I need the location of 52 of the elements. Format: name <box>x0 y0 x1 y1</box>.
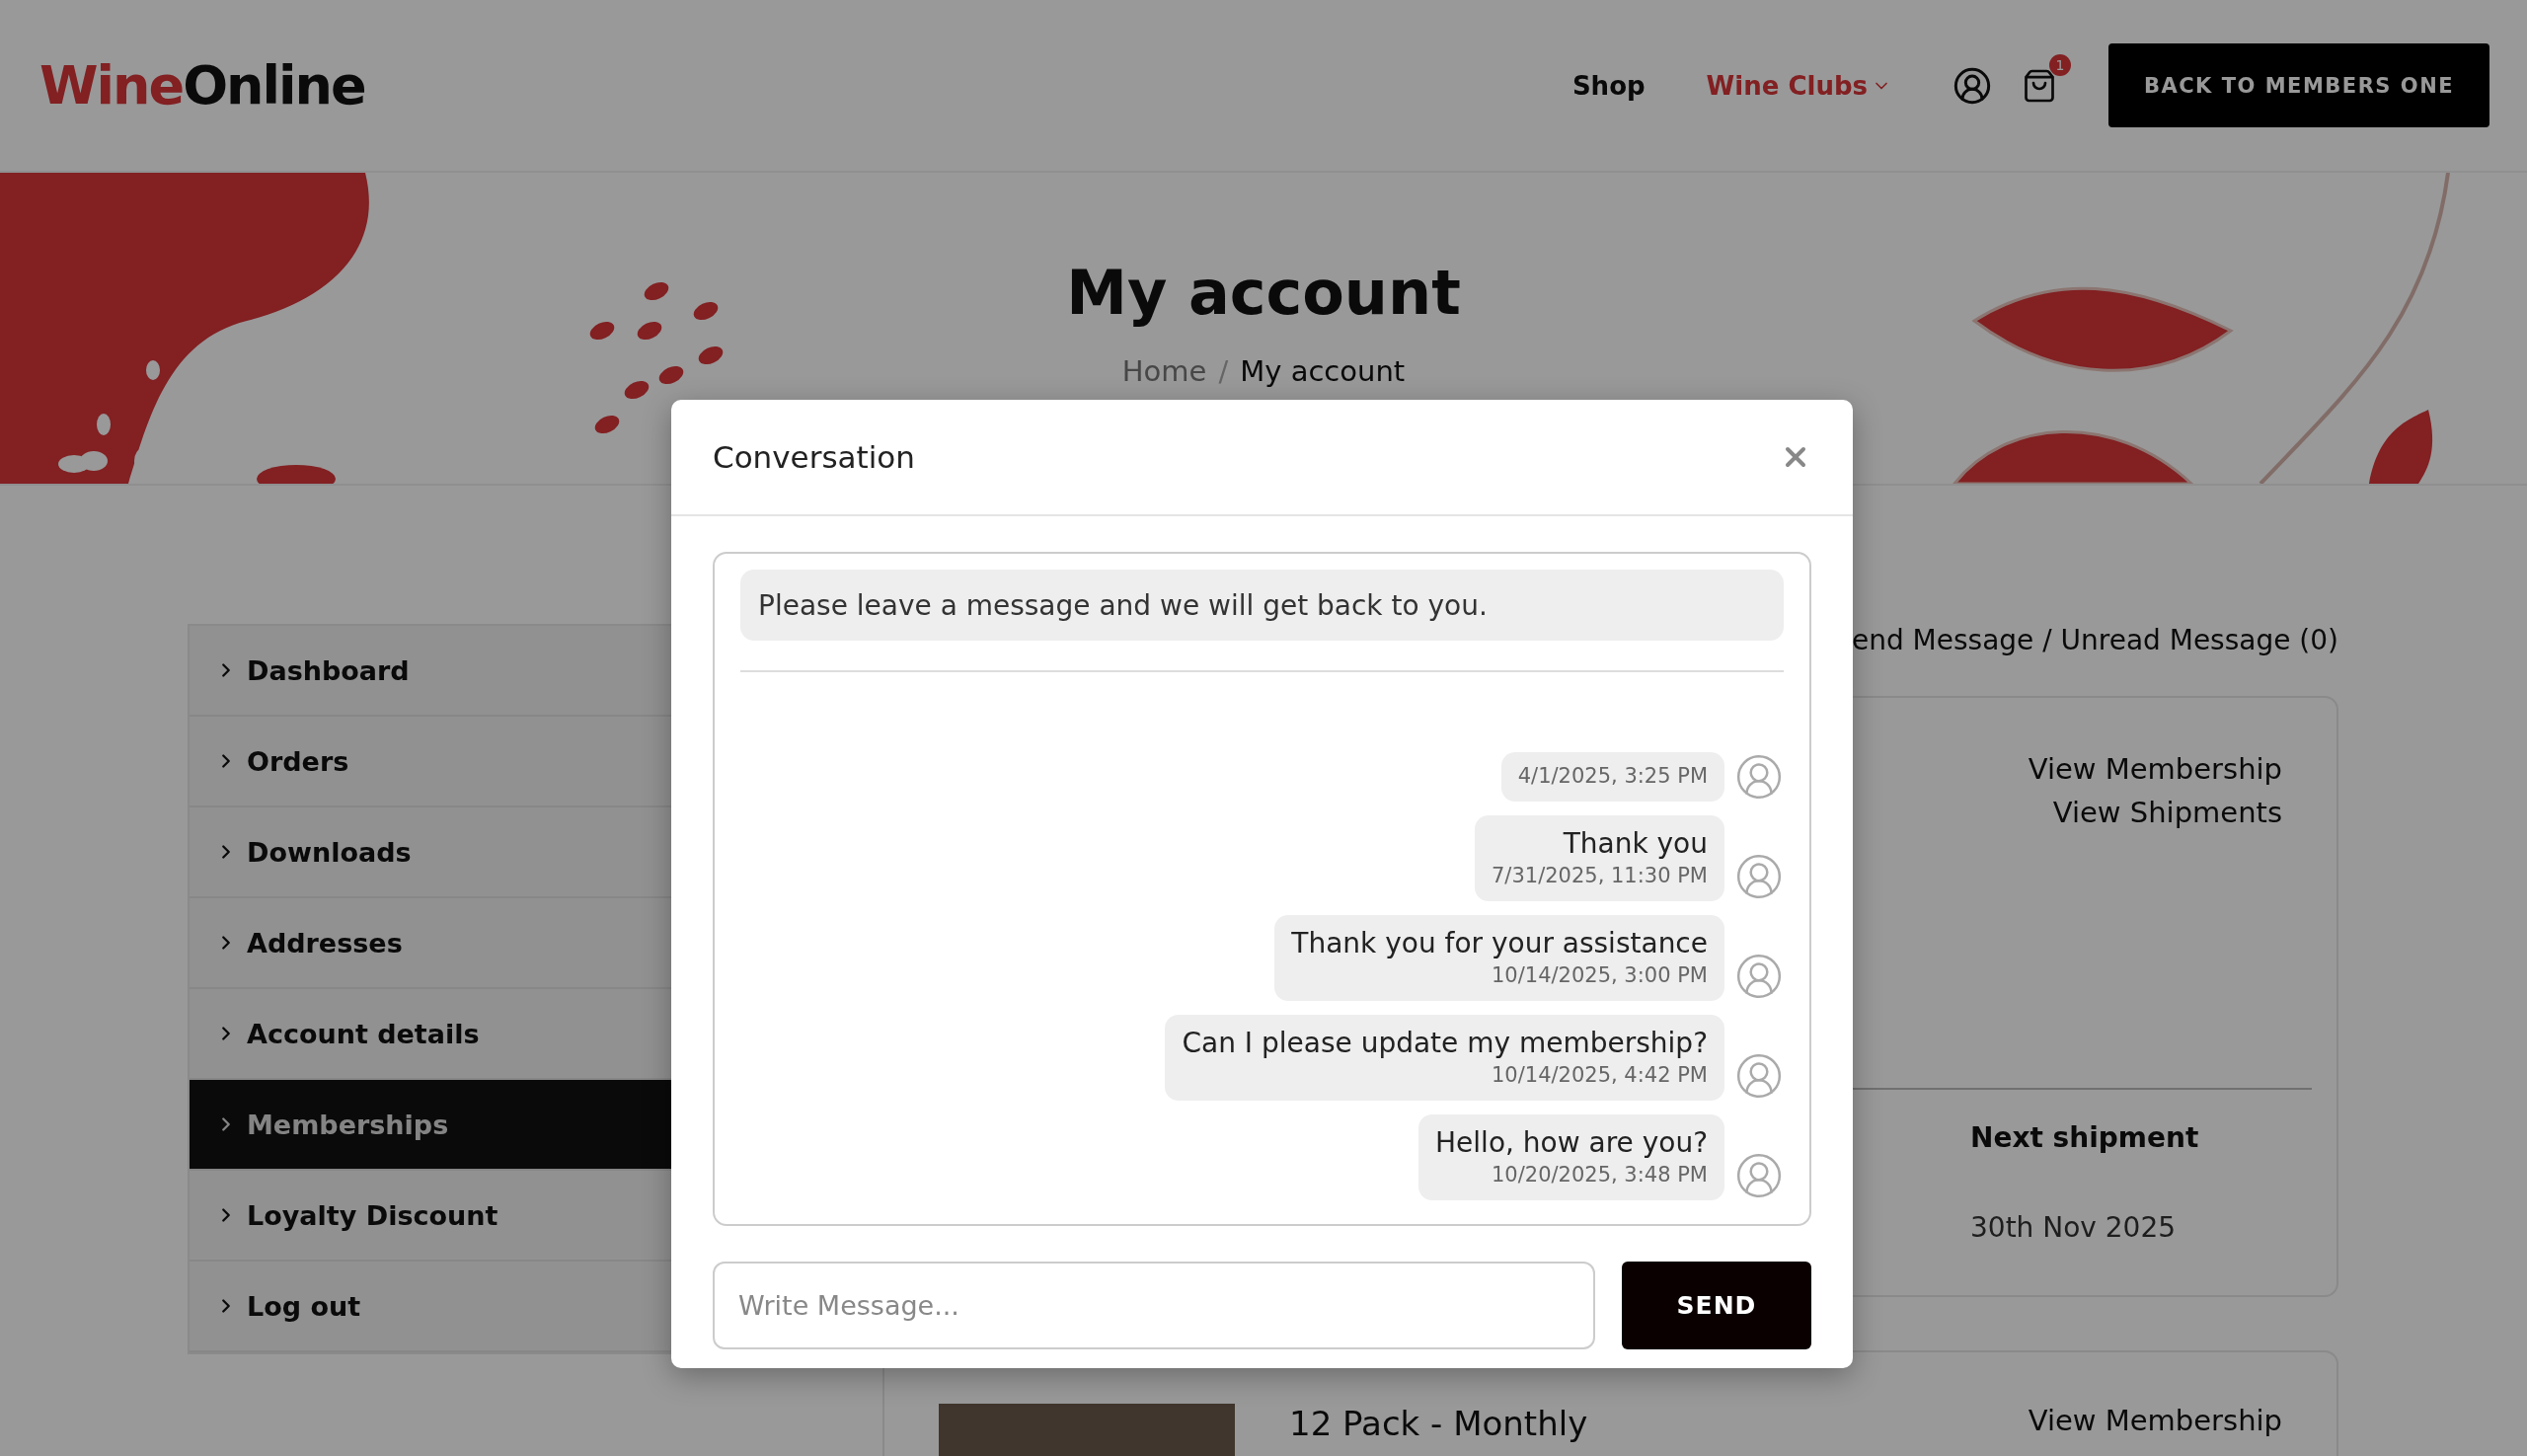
sidebar-item[interactable]: Log out <box>190 1262 673 1352</box>
message-time: 10/14/2025, 3:00 PM <box>1492 963 1708 987</box>
cart-count-badge: 1 <box>2049 53 2071 76</box>
cart-icon[interactable] <box>2022 67 2057 104</box>
card-link[interactable]: View Membership <box>2028 752 2282 786</box>
avatar-icon <box>1734 952 1784 1001</box>
nav-link[interactable]: Shop <box>1571 70 1646 101</box>
sidebar-item-label: Memberships <box>247 1109 449 1140</box>
message-text: Thank you <box>1563 827 1708 860</box>
message-text: Thank you for your assistance <box>1291 927 1708 959</box>
sidebar-item[interactable]: Account details <box>190 989 673 1080</box>
message-time: 7/31/2025, 11:30 PM <box>1492 864 1708 887</box>
avatar-icon <box>1734 852 1784 901</box>
sidebar-item[interactable]: Memberships <box>190 1080 673 1171</box>
membership-title: 12 Pack - Monthly <box>1289 1404 1588 1445</box>
user-account-icon[interactable] <box>1953 65 1992 106</box>
next-shipment-date: 30th Nov 2025 <box>1970 1211 2178 1244</box>
message-text: Hello, how are you? <box>1435 1126 1708 1159</box>
avatar-icon <box>1734 752 1784 802</box>
message-time: 10/20/2025, 3:48 PM <box>1492 1163 1708 1187</box>
next-shipment-label: Next shipment <box>1970 1121 2200 1154</box>
send-button[interactable]: SEND <box>1622 1262 1811 1349</box>
sidebar-item-label: Downloads <box>247 836 412 868</box>
sidebar-item-label: Account details <box>247 1018 480 1049</box>
sidebar-item-label: Log out <box>247 1290 361 1322</box>
sidebar-item[interactable]: Loyalty Discount <box>190 1171 673 1262</box>
message-time: 4/1/2025, 3:25 PM <box>1517 764 1708 788</box>
card-link[interactable]: View Shipments <box>2052 796 2282 829</box>
sidebar-item-label: Loyalty Discount <box>247 1199 498 1231</box>
avatar-icon <box>1734 1051 1784 1101</box>
dialog-title: Conversation <box>713 439 915 475</box>
message-text: Can I please update my membership? <box>1182 1027 1708 1059</box>
message-input[interactable]: Write Message... <box>713 1262 1595 1349</box>
sidebar-item-label: Dashboard <box>247 654 410 686</box>
breadcrumb-separator: / <box>1218 354 1229 388</box>
logo[interactable]: WineOnline <box>39 54 365 116</box>
back-to-members-button[interactable]: BACK TO MEMBERS ONE <box>2108 43 2489 127</box>
sidebar-item[interactable]: Downloads <box>190 807 673 898</box>
sidebar-item-label: Addresses <box>247 927 403 958</box>
avatar-icon <box>1734 1151 1784 1200</box>
sidebar-item[interactable]: Orders <box>190 717 673 807</box>
breadcrumb-link[interactable]: Home <box>1121 354 1207 388</box>
sidebar-item[interactable]: Dashboard <box>190 626 673 717</box>
sidebar-item[interactable]: Addresses <box>190 898 673 989</box>
message-time: 10/14/2025, 4:42 PM <box>1492 1063 1708 1087</box>
sidebar-item-label: Orders <box>247 745 349 777</box>
card-link[interactable]: View Membership <box>2028 1404 2282 1443</box>
nav-link[interactable]: Wine Clubs <box>1706 70 1891 101</box>
page-title: My account <box>1066 257 1461 329</box>
notice-message: Please leave a message and we will get back to you. <box>740 570 1784 641</box>
current-page-label: My account <box>1240 354 1406 388</box>
messages-link[interactable]: end Message / Unread Message (0) <box>1851 624 2338 656</box>
